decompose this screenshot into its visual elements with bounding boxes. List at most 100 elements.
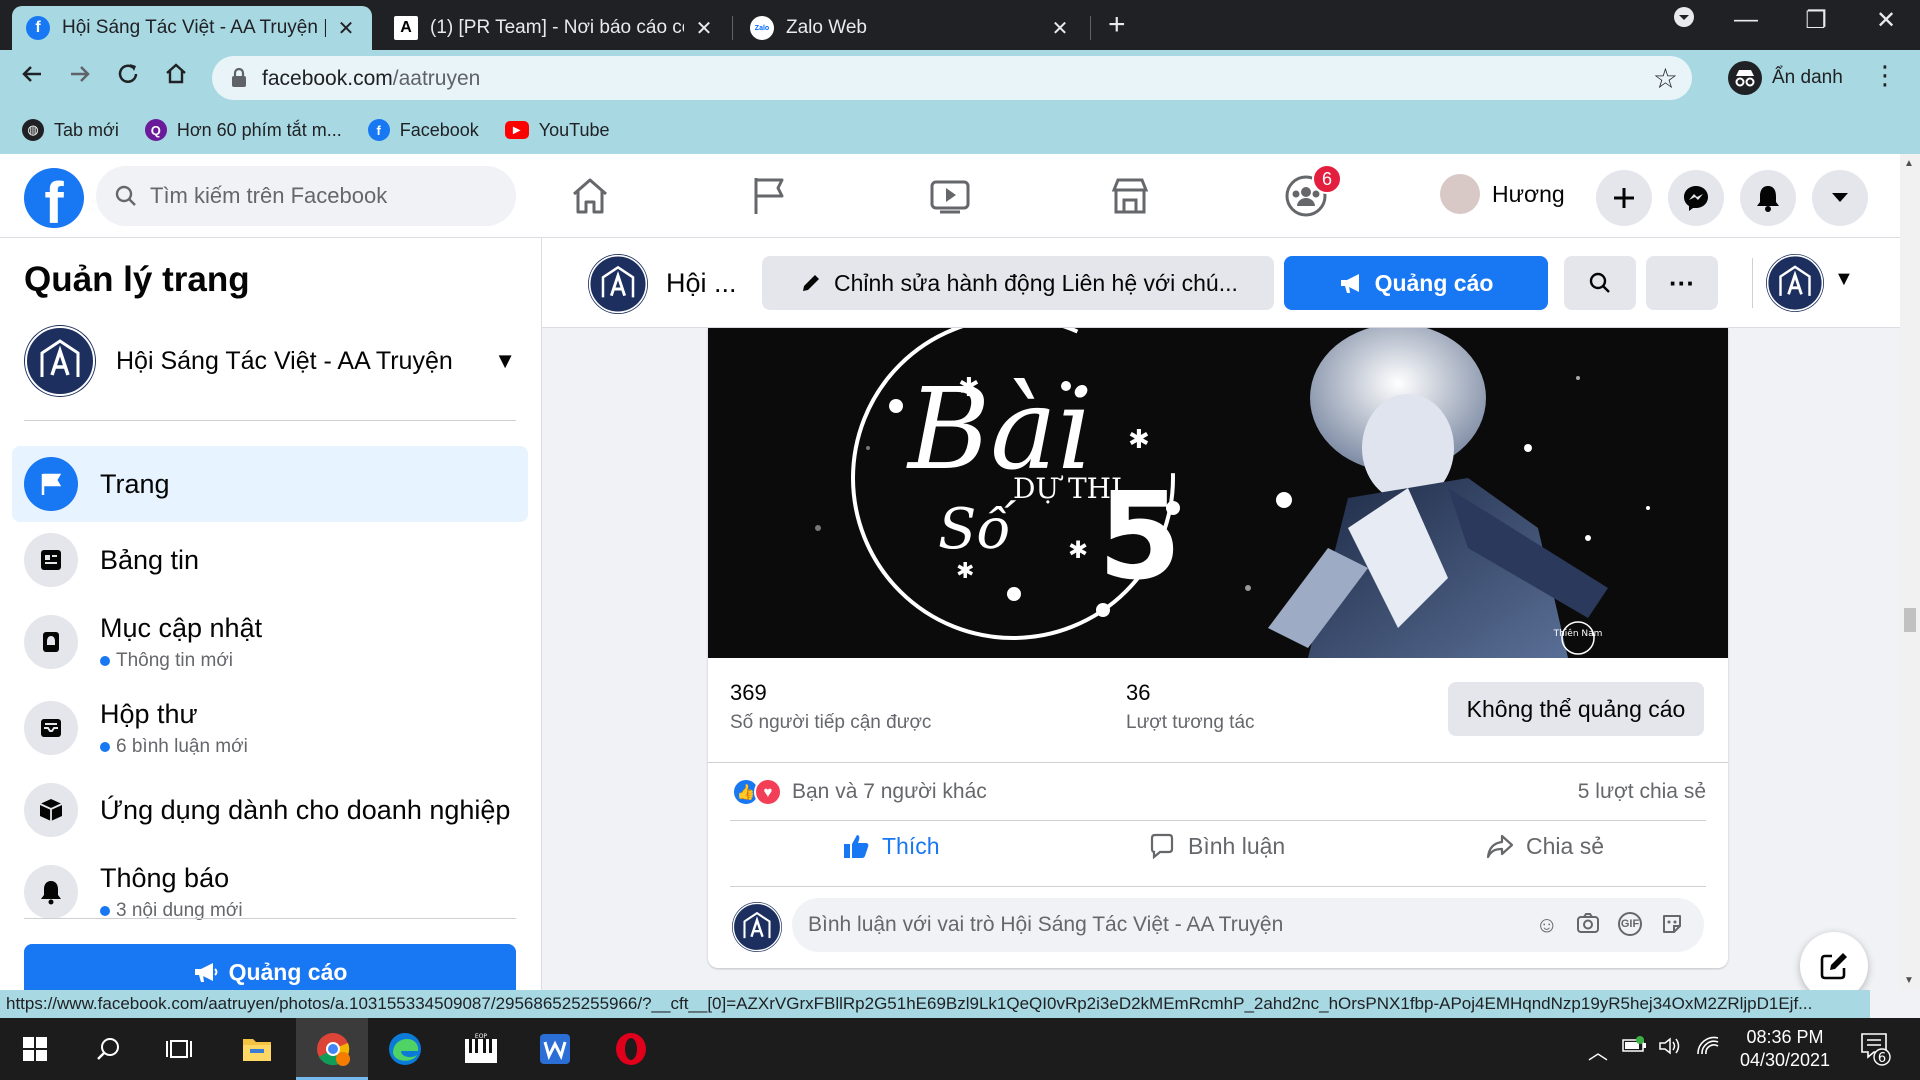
switch-profile-avatar[interactable] — [1766, 254, 1824, 312]
page-selector[interactable]: Hội Sáng Tác Việt - AA Truyện ▼ — [24, 324, 516, 398]
reach-label: Số người tiếp cận được — [730, 712, 932, 733]
wps-writer-icon[interactable] — [534, 1028, 576, 1070]
bookmark-tab-moi[interactable]: ◍ Tab mới — [22, 119, 119, 141]
url-text[interactable]: facebook.com/aatruyen — [262, 67, 480, 91]
page-avatar[interactable] — [588, 254, 648, 314]
sidebar-item-hop-thu[interactable]: Hộp thư 6 bình luận mới — [12, 690, 528, 766]
task-view-icon[interactable] — [158, 1028, 200, 1070]
page-name-short[interactable]: Hội ... — [666, 268, 737, 299]
divider — [24, 420, 516, 421]
share-button[interactable]: Chia sẻ — [1486, 832, 1604, 860]
scroll-down-icon[interactable]: ▼ — [1904, 975, 1914, 986]
wifi-icon[interactable] — [1696, 1036, 1720, 1062]
incognito-label: Ẩn danh — [1772, 67, 1843, 88]
like-button[interactable]: Thích — [842, 832, 940, 860]
reactions-summary[interactable]: 👍 ♥ Bạn và 7 người khác — [732, 778, 987, 806]
megaphone-icon — [1340, 274, 1359, 293]
windows-start-icon[interactable] — [14, 1028, 56, 1070]
camera-icon[interactable] — [1576, 912, 1600, 942]
sidebar-item-ung-dung[interactable]: Ứng dụng dành cho doanh nghiệp — [12, 778, 528, 842]
forward-button[interactable] — [62, 60, 98, 96]
action-center-icon[interactable]: 6 — [1860, 1032, 1892, 1072]
tab-search-icon[interactable] — [1664, 6, 1704, 35]
bookmark-star-icon[interactable]: ☆ — [1653, 62, 1678, 95]
incognito-icon — [1728, 61, 1762, 95]
new-tab-button[interactable]: + — [1108, 10, 1126, 40]
scroll-up-icon[interactable]: ▲ — [1904, 158, 1914, 169]
sidebar-item-trang[interactable]: Trang — [12, 446, 528, 522]
bookmark-shortcuts[interactable]: Q Hơn 60 phím tắt m... — [144, 119, 342, 141]
close-window-icon[interactable]: ✕ — [1866, 6, 1906, 35]
page-search-button[interactable] — [1564, 256, 1636, 310]
close-tab-icon[interactable]: ✕ — [692, 16, 716, 41]
opera-icon[interactable] — [610, 1028, 652, 1070]
windows-taskbar: EOP ︿ 08:36 PM 04/30/2021 6 — [0, 1018, 1920, 1080]
bookmark-youtube[interactable]: ▶ YouTube — [504, 120, 610, 141]
avatar — [1440, 174, 1480, 214]
promote-ads-button[interactable]: Quảng cáo — [1284, 256, 1548, 310]
flag-icon — [24, 457, 78, 511]
browser-menu-icon[interactable]: ⋮ — [1872, 60, 1898, 91]
minimize-icon[interactable]: — — [1726, 6, 1766, 34]
profile-link[interactable]: Hương — [1440, 174, 1565, 214]
battery-icon[interactable] — [1622, 1036, 1648, 1060]
edit-contact-action-button[interactable]: Chỉnh sửa hành động Liên hệ với chú... — [762, 256, 1274, 310]
messenger-button[interactable] — [1668, 170, 1724, 226]
comment-input[interactable]: Bình luận với vai trò Hội Sáng Tác Việt … — [792, 898, 1704, 952]
comment-button[interactable]: Bình luận — [1148, 832, 1285, 860]
tab-separator — [732, 16, 733, 40]
caret-down-icon[interactable]: ▼ — [1834, 268, 1854, 291]
page-scrollbar[interactable]: ▲ ▼ — [1900, 154, 1920, 990]
sidebar-ads-button[interactable]: Quảng cáo — [24, 944, 516, 990]
tray-overflow-icon[interactable]: ︿ — [1588, 1036, 1608, 1065]
caret-down-icon[interactable]: ▼ — [494, 348, 516, 374]
post-banner-image[interactable]: Bài DỰ THI Số 5 ✱ ✱ ✱ ✱ Thiên Nam — [708, 328, 1728, 658]
scrollbar-thumb[interactable] — [1904, 608, 1916, 632]
account-menu-button[interactable] — [1812, 170, 1868, 226]
youtube-icon: ▶ — [504, 121, 529, 139]
close-tab-icon[interactable]: ✕ — [334, 16, 358, 41]
marketplace-icon[interactable] — [1106, 172, 1154, 220]
lock-icon[interactable] — [230, 68, 248, 88]
close-tab-icon[interactable]: ✕ — [1048, 16, 1072, 41]
notifications-button[interactable] — [1740, 170, 1796, 226]
emoji-icon[interactable]: ☺ — [1536, 912, 1558, 942]
restore-icon[interactable]: ❐ — [1796, 6, 1836, 35]
watch-video-icon[interactable] — [926, 172, 974, 220]
thumbs-up-icon — [844, 835, 869, 858]
sidebar-item-bang-tin[interactable]: Bảng tin — [12, 528, 528, 592]
bookmark-facebook[interactable]: f Facebook — [367, 119, 479, 141]
file-explorer-icon[interactable] — [236, 1028, 278, 1070]
home-icon[interactable] — [566, 172, 614, 220]
taskbar-search-icon[interactable] — [88, 1028, 130, 1070]
sidebar-item-label: Thông báo — [100, 862, 230, 893]
create-plus-button[interactable] — [1596, 170, 1652, 226]
tab-zalo[interactable]: Zalo Zalo Web ✕ — [736, 6, 1086, 50]
facebook-logo-icon[interactable]: f — [24, 168, 84, 228]
system-clock[interactable]: 08:36 PM 04/30/2021 — [1730, 1026, 1840, 1072]
share-icon — [1486, 834, 1514, 859]
facebook-search-input[interactable]: Tìm kiếm trên Facebook — [96, 166, 516, 226]
cannot-boost-button[interactable]: Không thể quảng cáo — [1448, 682, 1704, 736]
megaphone-icon — [194, 963, 218, 982]
incognito-indicator[interactable]: Ẩn danh — [1728, 56, 1843, 100]
tab-pr-team[interactable]: A (1) [PR Team] - Nơi báo cáo công ✕ — [380, 6, 730, 50]
reload-button[interactable] — [110, 60, 146, 96]
post-insights: 369 Số người tiếp cận được 36 Lượt tương… — [708, 658, 1728, 758]
home-button[interactable] — [158, 60, 194, 96]
sticker-icon[interactable] — [1660, 912, 1684, 942]
sidebar-item-muc-cap-nhat[interactable]: Mục cập nhật Thông tin mới — [12, 604, 528, 680]
volume-icon[interactable] — [1658, 1036, 1682, 1062]
more-options-button[interactable]: ··· — [1646, 256, 1718, 310]
pages-flag-icon[interactable] — [746, 172, 794, 220]
bluestacks-piano-icon[interactable]: EOP — [460, 1028, 502, 1070]
gif-icon[interactable]: GIF — [1618, 912, 1642, 936]
back-button[interactable] — [14, 60, 50, 96]
edge-icon[interactable] — [384, 1028, 426, 1070]
shares-count[interactable]: 5 lượt chia sẻ — [1578, 780, 1706, 804]
svg-text:EOP: EOP — [475, 1033, 488, 1040]
chrome-icon[interactable] — [312, 1028, 354, 1070]
address-bar[interactable]: facebook.com/aatruyen ☆ — [212, 56, 1692, 100]
divider — [24, 918, 516, 919]
tab-facebook[interactable]: f Hội Sáng Tác Việt - AA Truyện | F ✕ — [12, 6, 372, 50]
